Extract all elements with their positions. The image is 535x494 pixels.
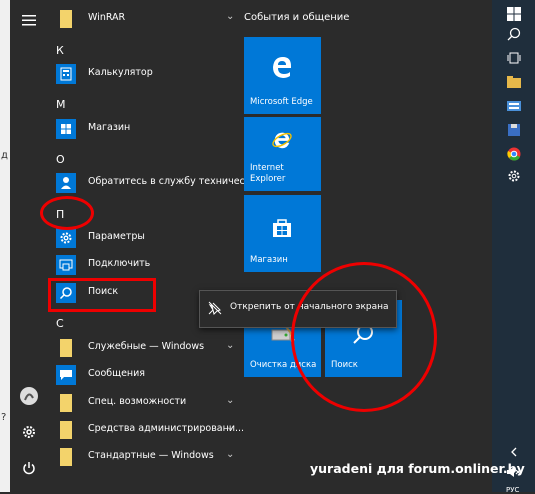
app-label: Сообщения: [88, 368, 146, 379]
app-label: Параметры: [88, 231, 145, 242]
app-list: WinRAR ⌄ К Калькулятор М Магазин О Обрат…: [48, 0, 265, 492]
chevron-down-icon[interactable]: ⌄: [226, 11, 234, 22]
app-item-admin-tools[interactable]: Средства администрировани... ⌄: [56, 418, 244, 442]
tile-label-line: Internet: [250, 163, 284, 173]
app-item-messaging[interactable]: Сообщения: [56, 363, 236, 387]
settings-icon[interactable]: [17, 420, 41, 444]
connect-icon: [56, 255, 76, 275]
start-menu: WinRAR ⌄ К Калькулятор М Магазин О Обрат…: [10, 0, 492, 492]
letter-header[interactable]: С: [56, 317, 64, 330]
tile-store[interactable]: Магазин: [244, 195, 321, 272]
gear-icon[interactable]: [504, 166, 524, 186]
background-text: д: [1, 150, 8, 161]
letter-header[interactable]: О: [56, 153, 65, 166]
app-label: Средства администрировани...: [88, 423, 245, 434]
app-label: Подключить: [88, 258, 151, 269]
chevron-down-icon[interactable]: ⌄: [226, 340, 234, 351]
app-item-store[interactable]: Магазин: [56, 117, 236, 141]
calculator-icon: [56, 64, 76, 84]
store-icon: [273, 219, 291, 237]
search-icon[interactable]: [504, 24, 524, 44]
gear-icon: [56, 228, 76, 248]
letter-header[interactable]: К: [56, 44, 64, 57]
background-window: д ?: [0, 0, 10, 492]
app-label: WinRAR: [88, 12, 126, 23]
annotation-circle-search-tile: [291, 262, 437, 412]
app-item-accessibility[interactable]: Спец. возможности ⌄: [56, 391, 236, 415]
folder-icon: [56, 338, 76, 358]
tile-label: Магазин: [250, 255, 288, 265]
chevron-down-icon[interactable]: ⌄: [226, 395, 234, 406]
internet-explorer-icon: [272, 132, 292, 149]
folder-icon: [56, 9, 76, 29]
message-icon: [56, 365, 76, 385]
app-item-windows-system[interactable]: Служебные — Windows ⌄: [56, 336, 236, 360]
chevron-down-icon[interactable]: ⌄: [226, 449, 234, 460]
folder-icon: [56, 393, 76, 413]
annotation-rectangle-search-item: [48, 278, 156, 312]
app-label: Калькулятор: [88, 67, 153, 78]
app-item-contact-support[interactable]: Обратитесь в службу техническо...: [56, 171, 265, 195]
app-label: Магазин: [88, 122, 131, 133]
floppy-icon[interactable]: [504, 120, 524, 140]
folder-icon: [56, 447, 76, 467]
letter-header[interactable]: М: [56, 98, 66, 111]
watermark-text: yuradeni для forum.onliner.by: [310, 461, 525, 476]
chevron-up-icon[interactable]: [504, 442, 524, 462]
unpin-icon: [208, 301, 222, 315]
app-item-settings[interactable]: Параметры: [56, 226, 236, 250]
tile-internet-explorer[interactable]: Internet Explorer: [244, 117, 321, 191]
file-explorer-icon[interactable]: [504, 72, 524, 92]
tile-label-line: Explorer: [250, 174, 286, 184]
user-avatar[interactable]: [17, 384, 41, 408]
annotation-ellipse-letter: [40, 196, 94, 230]
menu-icon[interactable]: [17, 8, 41, 32]
windows-icon[interactable]: [504, 4, 524, 24]
folder-icon: [56, 420, 76, 440]
taskbar: РУС: [492, 0, 535, 494]
task-view-icon[interactable]: [504, 48, 524, 68]
app-item-windows-accessories[interactable]: Стандартные — Windows ⌄: [56, 445, 236, 469]
store-icon: [56, 119, 76, 139]
app-item-winrar[interactable]: WinRAR ⌄: [56, 7, 236, 31]
tile-label: Internet Explorer: [250, 163, 285, 185]
app-item-connect[interactable]: Подключить: [56, 253, 236, 277]
tile-group-title[interactable]: События и общение: [244, 12, 349, 23]
tile-label: Microsoft Edge: [250, 97, 313, 107]
power-icon[interactable]: [17, 456, 41, 480]
chrome-icon[interactable]: [504, 144, 524, 164]
person-icon: [56, 173, 76, 193]
chevron-down-icon[interactable]: ⌄: [226, 422, 234, 433]
app-label: Служебные — Windows: [88, 341, 205, 352]
tile-microsoft-edge[interactable]: Microsoft Edge: [244, 37, 321, 114]
background-text: ?: [1, 412, 7, 423]
language-indicator[interactable]: РУС: [506, 486, 519, 494]
tile-area: События и общение Microsoft Edge Interne…: [238, 0, 492, 492]
edge-icon: [273, 57, 291, 78]
keyboard-icon[interactable]: [504, 96, 524, 116]
app-label: Стандартные — Windows: [88, 450, 214, 461]
app-item-calculator[interactable]: Калькулятор: [56, 62, 236, 86]
start-rail: [10, 0, 48, 492]
app-label: Спец. возможности: [88, 396, 187, 407]
